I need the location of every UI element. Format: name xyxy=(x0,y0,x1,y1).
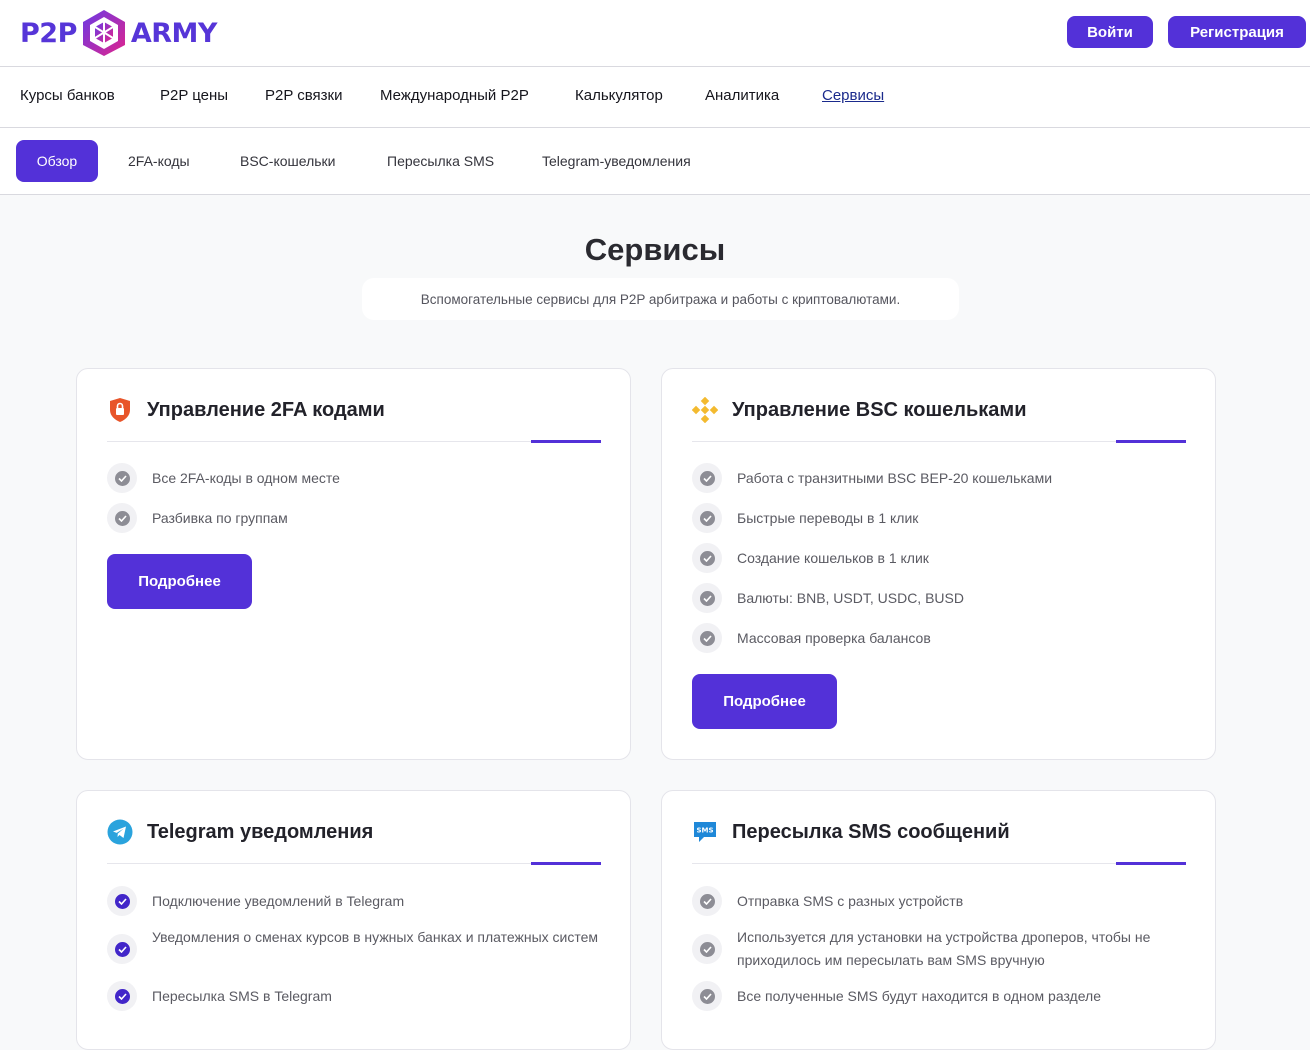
check-icon xyxy=(107,886,137,916)
card-divider xyxy=(107,440,601,443)
feature-text: Подключение уведомлений в Telegram xyxy=(152,893,405,909)
feature-item: Массовая проверка балансов xyxy=(692,623,1192,653)
feature-text: Используется для установки на устройства… xyxy=(737,929,1151,968)
check-icon xyxy=(692,503,722,533)
check-icon xyxy=(692,934,722,964)
feature-text: Пересылка SMS в Telegram xyxy=(152,988,332,1004)
card-title: Управление BSC кошельками xyxy=(732,398,1027,421)
tab-sms-forwarding[interactable]: Пересылка SMS xyxy=(387,153,494,169)
feature-item: Работа с транзитными BSC BEP-20 кошелька… xyxy=(692,463,1192,493)
register-button[interactable]: Регистрация xyxy=(1168,16,1306,48)
feature-text: Разбивка по группам xyxy=(152,510,288,526)
check-icon xyxy=(692,623,722,653)
main-nav: Курсы банков P2P цены P2P связки Междуна… xyxy=(0,67,1310,128)
feature-item: Подключение уведомлений в Telegram xyxy=(107,886,607,916)
feature-item: Все 2FA-коды в одном месте xyxy=(107,463,607,493)
logo-cube-icon xyxy=(82,10,125,56)
check-icon xyxy=(692,583,722,613)
card-title: Telegram уведомления xyxy=(147,820,374,843)
feature-item: Пересылка SMS в Telegram xyxy=(107,981,607,1011)
nav-bank-rates[interactable]: Курсы банков xyxy=(20,87,115,104)
feature-item: Валюты: BNB, USDT, USDC, BUSD xyxy=(692,583,1192,613)
nav-analytics[interactable]: Аналитика xyxy=(705,87,779,104)
feature-text: Работа с транзитными BSC BEP-20 кошелька… xyxy=(737,470,1053,486)
top-header: P2P ARMY Войти Регистрация xyxy=(0,0,1310,67)
card-2fa: Управление 2FA кодами Все 2FA-коды в одн… xyxy=(76,368,631,760)
feature-text: Все полученные SMS будут находится в одн… xyxy=(737,988,1101,1004)
nav-calculator[interactable]: Калькулятор xyxy=(575,87,663,104)
card-bsc: Управление BSC кошельками Работа с транз… xyxy=(661,368,1216,760)
feature-text: Все 2FA-коды в одном месте xyxy=(152,470,340,486)
feature-item: Создание кошельков в 1 клик xyxy=(692,543,1192,573)
tab-2fa[interactable]: 2FA-коды xyxy=(128,153,190,169)
check-icon xyxy=(692,463,722,493)
check-icon xyxy=(692,543,722,573)
logo-text-left: P2P xyxy=(20,17,77,49)
nav-p2p-bundles[interactable]: P2P связки xyxy=(265,87,343,104)
card-sms: SMS Пересылка SMS сообщений Отправка SMS… xyxy=(661,790,1216,1050)
feature-text: Создание кошельков в 1 клик xyxy=(737,550,929,566)
page-title: Сервисы xyxy=(584,232,726,267)
feature-item: Быстрые переводы в 1 клик xyxy=(692,503,1192,533)
feature-item: Отправка SMS с разных устройств xyxy=(692,886,1192,916)
telegram-icon xyxy=(107,819,133,845)
feature-item: Разбивка по группам xyxy=(107,503,607,533)
card-title: Управление 2FA кодами xyxy=(147,398,385,421)
nav-international-p2p[interactable]: Международный P2P xyxy=(380,87,529,104)
check-icon xyxy=(107,463,137,493)
tab-telegram-notifications[interactable]: Telegram-уведомления xyxy=(542,153,691,169)
card-divider xyxy=(107,862,601,865)
svg-text:SMS: SMS xyxy=(696,827,713,835)
nav-p2p-prices[interactable]: P2P цены xyxy=(160,87,228,104)
nav-services[interactable]: Сервисы xyxy=(822,87,884,104)
feature-item: Используется для установки на устройства… xyxy=(692,922,1192,972)
card-divider xyxy=(692,862,1186,865)
feature-text: Быстрые переводы в 1 клик xyxy=(737,510,919,526)
feature-text: Массовая проверка балансов xyxy=(737,630,931,646)
check-icon xyxy=(692,886,722,916)
sub-nav: Обзор 2FA-коды BSC-кошельки Пересылка SM… xyxy=(0,128,1310,195)
logo[interactable]: P2P ARMY xyxy=(20,8,217,58)
check-icon xyxy=(692,981,722,1011)
bnb-icon xyxy=(692,397,718,423)
feature-item: Уведомления о сменах курсов в нужных бан… xyxy=(107,922,607,964)
tab-overview[interactable]: Обзор xyxy=(16,140,98,182)
sms-icon: SMS xyxy=(692,819,718,845)
check-icon xyxy=(107,981,137,1011)
feature-text: Валюты: BNB, USDT, USDC, BUSD xyxy=(737,590,964,606)
more-button[interactable]: Подробнее xyxy=(107,554,252,609)
shield-lock-icon xyxy=(107,397,133,423)
card-divider xyxy=(692,440,1186,443)
tab-bsc-wallets[interactable]: BSC-кошельки xyxy=(240,153,335,169)
feature-text: Уведомления о сменах курсов в нужных бан… xyxy=(152,929,599,945)
check-icon xyxy=(107,934,137,964)
card-telegram: Telegram уведомления Подключение уведомл… xyxy=(76,790,631,1050)
more-button[interactable]: Подробнее xyxy=(692,674,837,729)
page-subtitle: Вспомогательные сервисы для P2P арбитраж… xyxy=(362,278,959,320)
feature-item: Все полученные SMS будут находится в одн… xyxy=(692,981,1192,1011)
card-title: Пересылка SMS сообщений xyxy=(732,820,1010,843)
feature-text: Отправка SMS с разных устройств xyxy=(737,893,964,909)
check-icon xyxy=(107,503,137,533)
login-button[interactable]: Войти xyxy=(1067,16,1153,48)
logo-text-right: ARMY xyxy=(130,17,218,49)
